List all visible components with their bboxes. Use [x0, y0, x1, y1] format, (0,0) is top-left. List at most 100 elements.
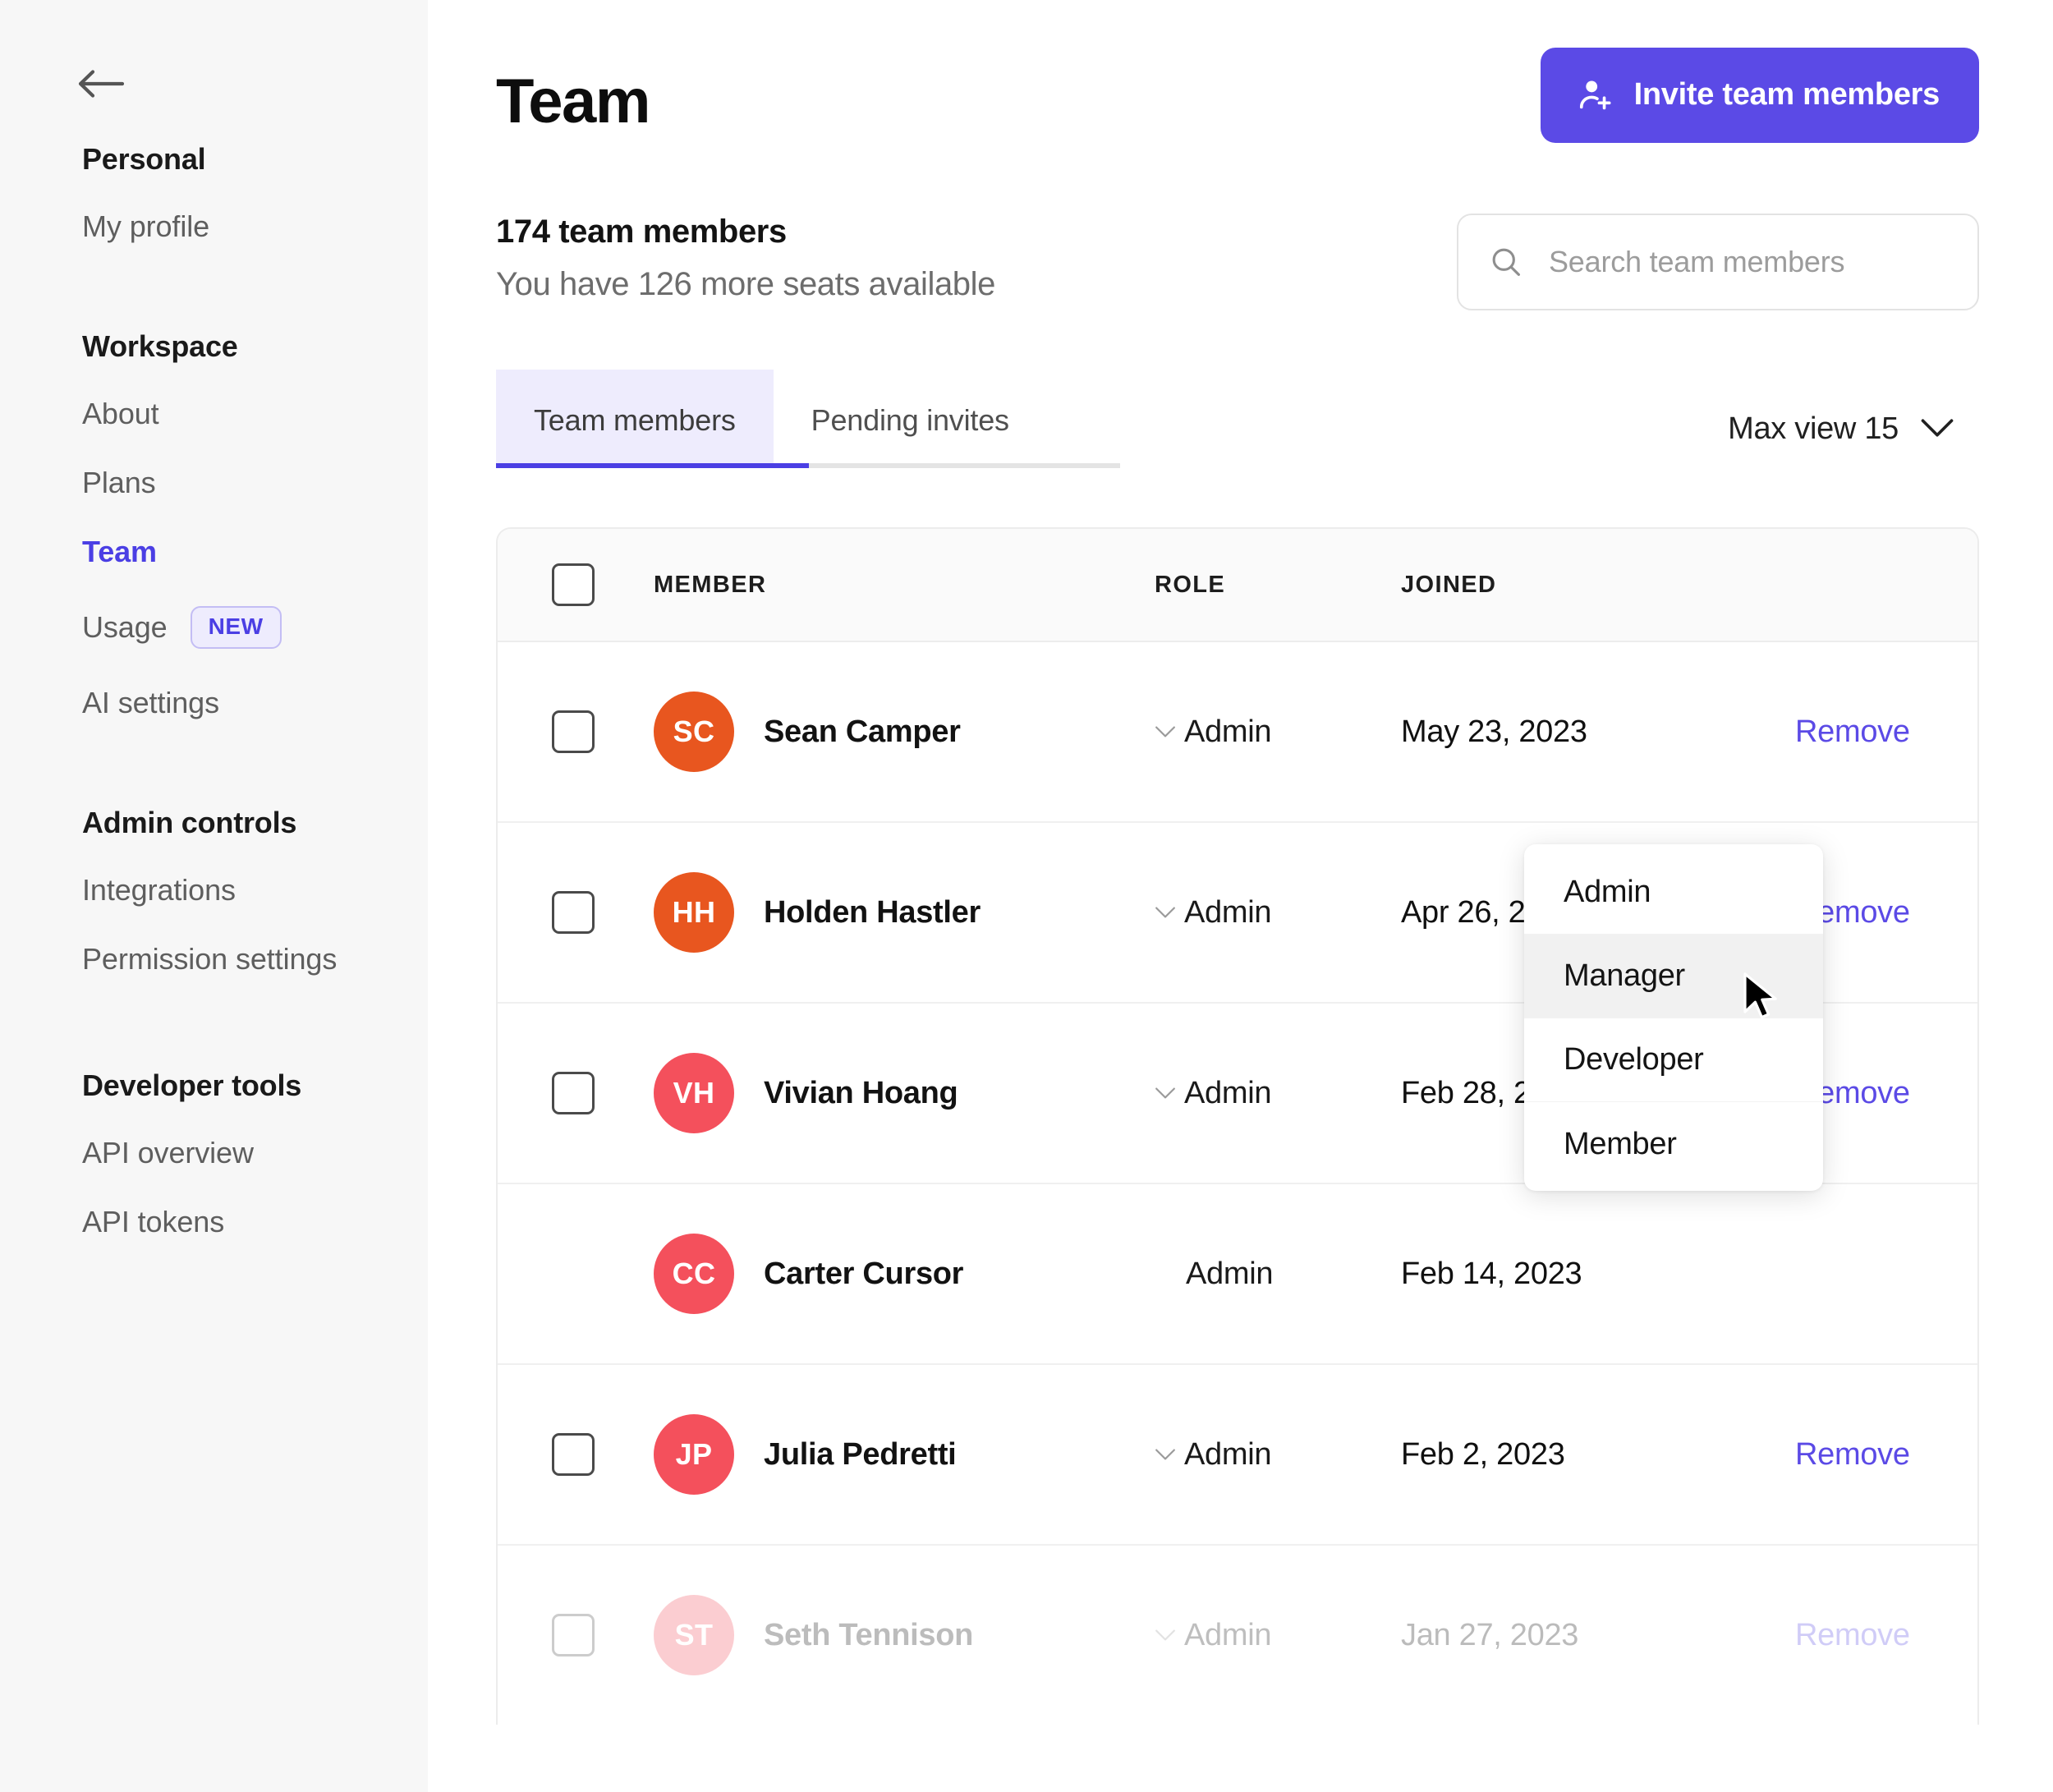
- sidebar-item-label: Permission settings: [82, 942, 338, 976]
- role-selector[interactable]: Admin: [1155, 1075, 1272, 1111]
- sidebar-item-label: About: [82, 397, 159, 430]
- chevron-down-icon: [1155, 1628, 1176, 1643]
- invite-team-members-button[interactable]: Invite team members: [1540, 48, 1979, 143]
- member-cell: VH Vivian Hoang: [654, 1053, 1155, 1133]
- avatar: SC: [654, 692, 734, 772]
- role-selector[interactable]: Admin: [1155, 715, 1272, 750]
- row-actions: Remove: [1795, 1618, 1977, 1653]
- summary-row: 174 team members You have 126 more seats…: [496, 214, 1979, 310]
- role-option-manager[interactable]: Manager: [1524, 935, 1823, 1018]
- sidebar-item-api-overview[interactable]: API overview: [82, 1138, 428, 1168]
- role-value: Admin: [1184, 1617, 1272, 1652]
- joined-date: Feb 2, 2023: [1401, 1436, 1565, 1472]
- role-cell: Admin: [1155, 715, 1401, 750]
- role-value: Admin: [1184, 1075, 1272, 1110]
- sidebar-item-permission-settings[interactable]: Permission settings: [82, 944, 428, 974]
- chevron-down-icon: [1155, 724, 1176, 739]
- arrow-left-icon: [78, 69, 124, 99]
- member-cell: ST Seth Tennison: [654, 1595, 1155, 1675]
- member-cell: HH Holden Hastler: [654, 872, 1155, 953]
- main-content: Team Invite team members 174 team member…: [428, 0, 2053, 1792]
- max-view-dropdown[interactable]: Max view 15: [1728, 411, 1979, 468]
- sidebar-item-integrations[interactable]: Integrations: [82, 875, 428, 905]
- member-cell: CC Carter Cursor: [654, 1234, 1155, 1314]
- chevron-down-icon: [1155, 905, 1176, 920]
- tabs: Team members Pending invites: [496, 370, 1120, 468]
- nav-heading-developer-tools: Developer tools: [82, 1068, 302, 1102]
- member-name: Sean Camper: [764, 714, 961, 749]
- row-actions: Remove: [1795, 1437, 1977, 1473]
- sidebar-item-ai-settings[interactable]: AI settings: [82, 688, 428, 718]
- table-row: CC Carter Cursor Admin Feb 14, 2023: [498, 1184, 1977, 1365]
- remove-button[interactable]: Remove: [1795, 1618, 1910, 1653]
- avatar: HH: [654, 872, 734, 953]
- role-selector[interactable]: Admin: [1155, 1617, 1272, 1653]
- joined-date: Jan 27, 2023: [1401, 1617, 1579, 1652]
- role-selector[interactable]: Admin: [1155, 895, 1272, 930]
- back-button[interactable]: [78, 64, 137, 103]
- row-checkbox[interactable]: [552, 710, 595, 753]
- row-checkbox[interactable]: [552, 1072, 595, 1114]
- row-checkbox[interactable]: [552, 1614, 595, 1656]
- avatar: ST: [654, 1595, 734, 1675]
- member-cell: JP Julia Pedretti: [654, 1414, 1155, 1495]
- role-cell: Admin: [1155, 1437, 1401, 1473]
- column-header-member: MEMBER: [654, 571, 767, 598]
- select-all-cell: [498, 563, 654, 606]
- nav-group-developer-tools: Developer tools API overview API tokens: [82, 1071, 428, 1237]
- max-view-label: Max view 15: [1728, 411, 1899, 446]
- table-row: JP Julia Pedretti Admin Feb 2, 2023 Remo…: [498, 1365, 1977, 1546]
- sidebar-item-about[interactable]: About: [82, 399, 428, 429]
- sidebar-item-usage[interactable]: Usage NEW: [82, 606, 428, 649]
- team-settings-page: Personal My profile Workspace About Plan…: [0, 0, 2053, 1792]
- search-icon: [1488, 244, 1524, 280]
- remove-button[interactable]: Remove: [1795, 1437, 1910, 1473]
- seats-available-text: You have 126 more seats available: [496, 266, 995, 302]
- role-cell: Admin: [1155, 1076, 1401, 1111]
- member-count-text: 174 team members: [496, 214, 787, 250]
- tabs-row: Team members Pending invites Max view 15: [496, 370, 1979, 468]
- member-name: Seth Tennison: [764, 1617, 974, 1652]
- remove-button[interactable]: Remove: [1795, 715, 1910, 750]
- sidebar-item-my-profile[interactable]: My profile: [82, 212, 428, 241]
- member-name: Holden Hastler: [764, 894, 981, 930]
- role-cell: Admin: [1155, 1257, 1401, 1292]
- member-counts: 174 team members You have 126 more seats…: [496, 214, 995, 302]
- role-value: Admin: [1184, 1436, 1272, 1472]
- role-option-admin[interactable]: Admin: [1524, 851, 1823, 935]
- row-checkbox[interactable]: [552, 891, 595, 934]
- sidebar-item-label: Team: [82, 535, 157, 568]
- chevron-down-icon: [1155, 1086, 1176, 1100]
- role-dropdown-menu: Admin Manager Developer Member: [1524, 844, 1823, 1191]
- sidebar-item-label: Usage: [82, 610, 168, 644]
- row-actions: Remove: [1795, 715, 1977, 750]
- user-plus-icon: [1577, 76, 1614, 113]
- role-option-member[interactable]: Member: [1524, 1102, 1823, 1186]
- chevron-down-icon: [1155, 1447, 1176, 1462]
- row-select-cell: [498, 1614, 654, 1656]
- sidebar-item-team[interactable]: Team: [82, 537, 428, 567]
- nav-group-personal: Personal My profile: [82, 145, 428, 241]
- tab-pending-invites[interactable]: Pending invites: [774, 370, 1047, 468]
- page-title: Team: [496, 67, 650, 136]
- member-name: Carter Cursor: [764, 1256, 964, 1291]
- select-all-checkbox[interactable]: [552, 563, 595, 606]
- search-team-members-box[interactable]: [1457, 214, 1979, 310]
- sidebar-item-label: API overview: [82, 1136, 254, 1169]
- member-name: Vivian Hoang: [764, 1075, 958, 1110]
- avatar: JP: [654, 1414, 734, 1495]
- role-option-developer[interactable]: Developer: [1524, 1018, 1823, 1102]
- avatar: VH: [654, 1053, 734, 1133]
- role-selector[interactable]: Admin: [1155, 1436, 1272, 1473]
- row-checkbox[interactable]: [552, 1433, 595, 1476]
- search-input[interactable]: [1458, 215, 1977, 309]
- row-select-cell: [498, 710, 654, 753]
- tab-team-members[interactable]: Team members: [496, 370, 774, 468]
- sidebar-item-plans[interactable]: Plans: [82, 468, 428, 498]
- nav-heading-workspace: Workspace: [82, 329, 238, 363]
- row-select-cell: [498, 1433, 654, 1476]
- sidebar-item-api-tokens[interactable]: API tokens: [82, 1207, 428, 1237]
